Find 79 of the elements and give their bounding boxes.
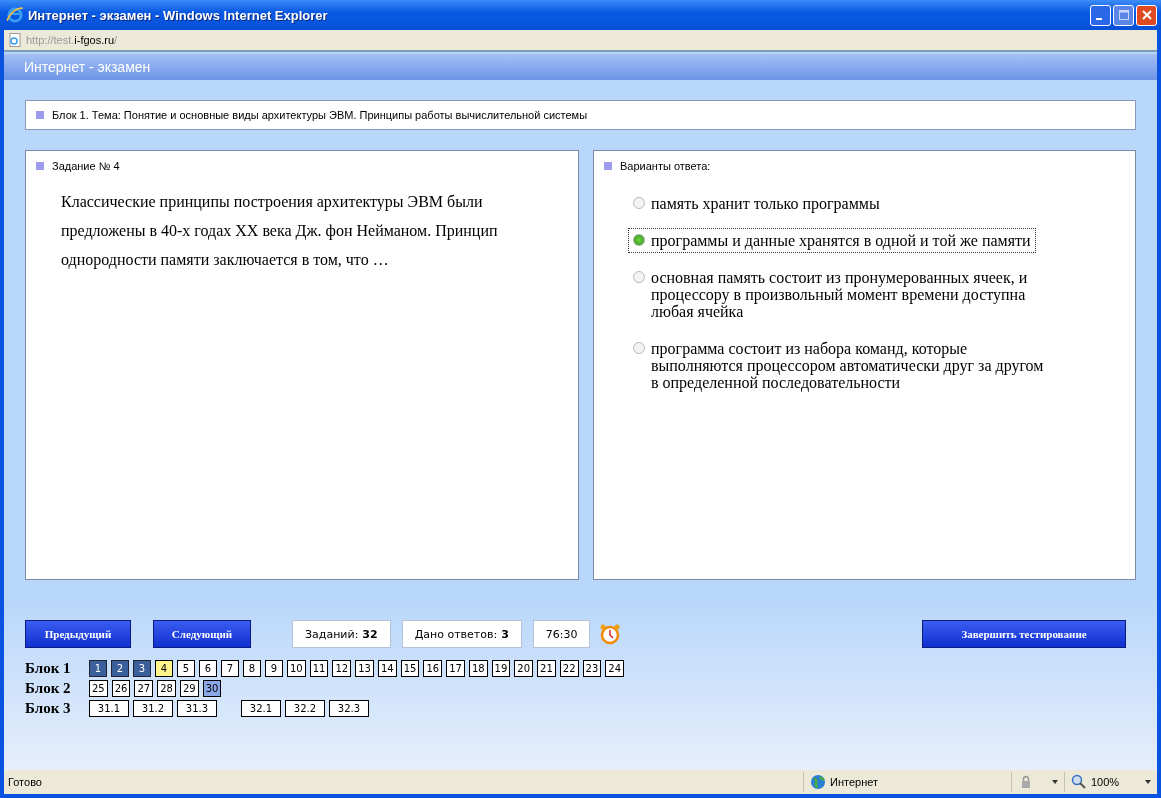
square-bullet-icon <box>36 111 44 119</box>
radio-button[interactable] <box>633 234 645 246</box>
question-number-button[interactable]: 5 <box>177 660 195 677</box>
minimize-icon <box>1096 18 1102 20</box>
question-number-button[interactable]: 11 <box>309 660 329 677</box>
question-number-button[interactable]: 13 <box>355 660 374 677</box>
question-number-button[interactable]: 31.3 <box>177 700 217 717</box>
question-number-button[interactable]: 26 <box>111 680 131 697</box>
topic-text: Блок 1. Тема: Понятие и основные виды архитектуры ЭВМ. Принципы работы вычислительной системы <box>52 109 588 121</box>
zone-text: Интернет <box>830 776 878 788</box>
zoom-level[interactable]: 100% <box>1091 776 1120 788</box>
question-number-button[interactable]: 9 <box>265 660 283 677</box>
square-bullet-icon <box>604 162 612 170</box>
radio-button[interactable] <box>633 342 645 354</box>
status-text: Готово <box>7 776 43 788</box>
square-bullet-icon <box>36 162 44 170</box>
question-number-button[interactable]: 23 <box>582 660 602 677</box>
question-number-button[interactable]: 31.2 <box>133 700 173 717</box>
caret-icon <box>1052 780 1058 784</box>
question-number-button[interactable]: 14 <box>377 660 397 677</box>
question-number-button[interactable]: 32.3 <box>329 700 369 717</box>
question-number-button[interactable]: 32.2 <box>285 700 325 717</box>
question-number-button[interactable]: 21 <box>537 660 556 677</box>
window-title: Интернет - экзамен - Windows Internet Explorer <box>28 7 329 23</box>
stat-box: Заданий: 32 <box>292 620 391 648</box>
answer-option[interactable]: программа состоит из набора команд, которые выполняются процессором автоматически друг за другом в определенной последовательности <box>628 336 1058 395</box>
question-number-button[interactable]: 30 <box>202 680 222 697</box>
maximize-button[interactable] <box>1113 4 1134 26</box>
question-number-button[interactable]: 4 <box>155 660 173 677</box>
question-number-button[interactable]: 19 <box>491 660 511 677</box>
caret-icon <box>1145 780 1151 784</box>
question-number-button[interactable]: 31.1 <box>89 700 129 717</box>
zoom-icon <box>1071 774 1087 790</box>
question-number-button[interactable]: 7 <box>221 660 239 677</box>
block-label: Блок 3 <box>25 700 72 717</box>
question-text: Классические принципы построения архитектуры ЭВМ были предложены в 40-х годах XX века Дж. фон Нейманом. Принцип однородности памяти заключается в том, что … <box>61 192 499 271</box>
close-icon <box>1141 10 1152 20</box>
question-number-button[interactable]: 10 <box>287 660 306 677</box>
question-number-button[interactable]: 17 <box>446 660 465 677</box>
page-icon <box>8 33 22 47</box>
question-number-button[interactable]: 2 <box>111 660 129 677</box>
answer-option[interactable]: память хранит только программы <box>628 191 885 216</box>
next-button[interactable]: Следующий <box>153 620 251 648</box>
question-number-button[interactable]: 32.1 <box>241 700 281 717</box>
question-number-button[interactable]: 20 <box>514 660 534 677</box>
question-number-button[interactable]: 6 <box>199 660 217 677</box>
minimize-button[interactable] <box>1090 4 1111 26</box>
question-number-button[interactable]: 22 <box>559 660 579 677</box>
browser-logo-icon <box>6 6 24 24</box>
address-field[interactable]: http://test.i-fgos.ru/ <box>26 34 118 46</box>
question-number-button[interactable]: 16 <box>423 660 443 677</box>
question-number-button[interactable]: 15 <box>400 660 420 677</box>
block-label: Блок 1 <box>25 660 72 677</box>
block-label: Блок 2 <box>25 680 72 697</box>
stat-box: Дано ответов: 3 <box>401 620 522 648</box>
finish-test-button[interactable]: Завершить тестирование <box>922 620 1126 648</box>
page-header-title: Интернет - экзамен <box>24 59 151 75</box>
task-title: Задание № 4 <box>52 160 120 172</box>
answer-option[interactable]: основная память состоит из пронумерованных ячеек, и процессору в произвольный момент времени доступна любая ячейка <box>628 265 1058 324</box>
question-number-button[interactable]: 28 <box>157 680 176 697</box>
question-number-button[interactable]: 8 <box>243 660 261 677</box>
globe-icon <box>810 774 826 790</box>
question-number-button[interactable]: 29 <box>179 680 199 697</box>
maximize-icon <box>1118 10 1129 20</box>
question-number-button[interactable]: 27 <box>134 680 154 697</box>
close-button[interactable] <box>1136 4 1157 26</box>
question-number-button[interactable]: 12 <box>332 660 352 677</box>
previous-button[interactable]: Предыдущий <box>25 620 131 648</box>
answer-option[interactable]: программы и данные хранятся в одной и той же памяти <box>628 228 1036 253</box>
answers-title: Варианты ответа: <box>620 160 711 172</box>
question-number-button[interactable]: 25 <box>89 680 108 697</box>
radio-button[interactable] <box>633 271 645 283</box>
question-number-button[interactable]: 1 <box>89 660 107 677</box>
alarm-clock-icon <box>599 623 622 645</box>
stat-box: 76:30 <box>532 620 591 648</box>
question-number-button[interactable]: 3 <box>133 660 151 677</box>
question-number-button[interactable]: 18 <box>468 660 488 677</box>
radio-button[interactable] <box>633 197 645 209</box>
question-number-button[interactable]: 24 <box>605 660 624 677</box>
